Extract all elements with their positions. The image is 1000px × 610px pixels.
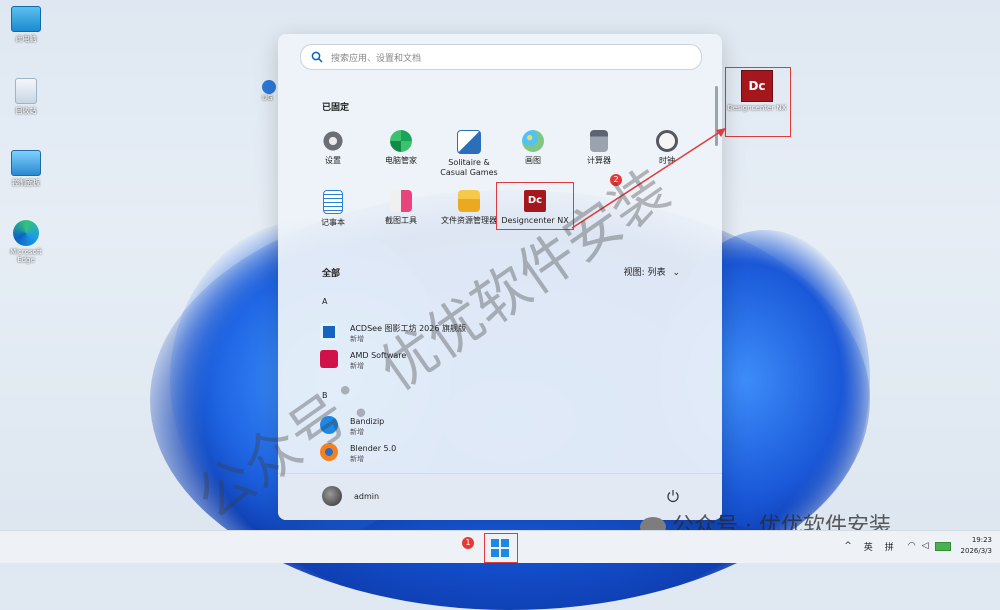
taskbar: 1 ^ 英 拼 ◠ ◁ 19:23 2026/3/3 xyxy=(0,530,1000,563)
clock-date: 2026/3/3 xyxy=(960,547,992,555)
clock[interactable]: 19:23 2026/3/3 xyxy=(961,535,992,557)
windows-logo-tile xyxy=(491,549,499,557)
windows-logo-icon xyxy=(491,539,499,547)
system-tray: ^ 英 拼 ◠ ◁ 19:23 2026/3/3 xyxy=(844,535,992,557)
tray-lang[interactable]: 英 xyxy=(864,540,873,553)
start-button[interactable] xyxy=(491,539,509,557)
annotation-badge-1: 1 xyxy=(462,537,474,549)
windows-logo-tile xyxy=(501,549,509,557)
clock-time: 19:23 xyxy=(971,536,992,544)
chevron-up-icon[interactable]: ^ xyxy=(844,541,852,551)
annotation-arrow xyxy=(571,127,727,229)
volume-icon[interactable]: ◁ xyxy=(922,541,929,551)
windows-logo-tile xyxy=(501,539,509,547)
tray-ime[interactable]: 拼 xyxy=(885,540,894,553)
battery-icon[interactable] xyxy=(934,541,951,551)
wifi-icon[interactable]: ◠ xyxy=(908,541,916,551)
